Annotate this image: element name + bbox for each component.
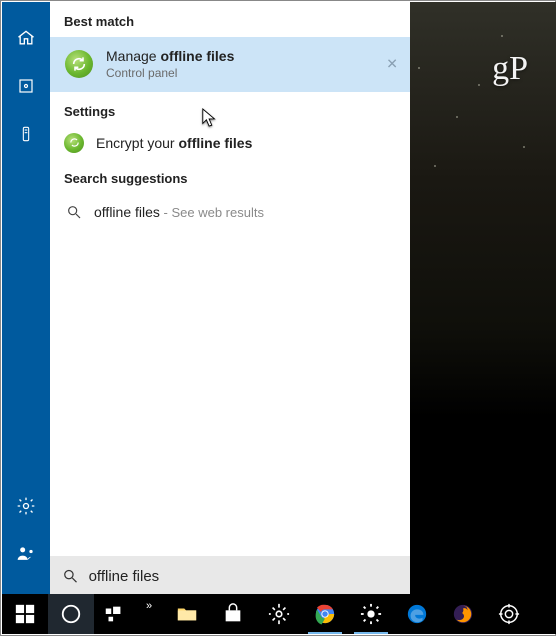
suggestion-text: offline files: [94, 204, 160, 220]
search-results: Best match Manage offline files Control …: [50, 2, 410, 596]
start-button[interactable]: [2, 594, 48, 634]
section-settings: Settings: [50, 92, 410, 127]
section-suggestions: Search suggestions: [50, 159, 410, 194]
home-icon[interactable]: [2, 14, 50, 62]
sync-center-icon: [64, 49, 94, 79]
best-match-title: Manage offline files: [106, 47, 234, 65]
web-suggestion[interactable]: offline files - See web results: [50, 194, 410, 230]
user-feedback-icon[interactable]: [2, 530, 50, 578]
store[interactable]: [210, 594, 256, 634]
settings-app[interactable]: [256, 594, 302, 634]
task-view-button[interactable]: [94, 594, 134, 634]
close-icon[interactable]: ✕: [386, 56, 398, 73]
sync-small-icon: [64, 133, 84, 153]
edge[interactable]: [394, 594, 440, 634]
search-icon: [62, 567, 79, 585]
section-best-match: Best match: [50, 2, 410, 37]
chrome[interactable]: [302, 594, 348, 634]
cortana-button[interactable]: [48, 594, 94, 634]
mouse-cursor: [201, 107, 219, 132]
start-search-panel: Best match Manage offline files Control …: [2, 2, 410, 596]
suggestion-hint: - See web results: [160, 205, 264, 220]
start-rail: [2, 2, 50, 596]
settings-gear-icon[interactable]: [2, 482, 50, 530]
watermark: gP: [492, 50, 528, 88]
search-icon: [64, 202, 84, 222]
firefox[interactable]: [440, 594, 486, 634]
remote-icon[interactable]: [2, 110, 50, 158]
overflow-chevron[interactable]: »: [134, 594, 164, 634]
photos-icon[interactable]: [2, 62, 50, 110]
taskbar: »: [2, 594, 556, 634]
brightness-app[interactable]: [348, 594, 394, 634]
file-explorer[interactable]: [164, 594, 210, 634]
settings-result-title: Encrypt your offline files: [96, 135, 252, 151]
search-input[interactable]: [89, 568, 398, 585]
search-input-bar[interactable]: [50, 556, 410, 596]
screen-capture[interactable]: [486, 594, 532, 634]
settings-result-encrypt[interactable]: Encrypt your offline files: [50, 127, 410, 159]
best-match-subtitle: Control panel: [106, 66, 234, 82]
best-match-result[interactable]: Manage offline files Control panel ✕: [50, 37, 410, 92]
